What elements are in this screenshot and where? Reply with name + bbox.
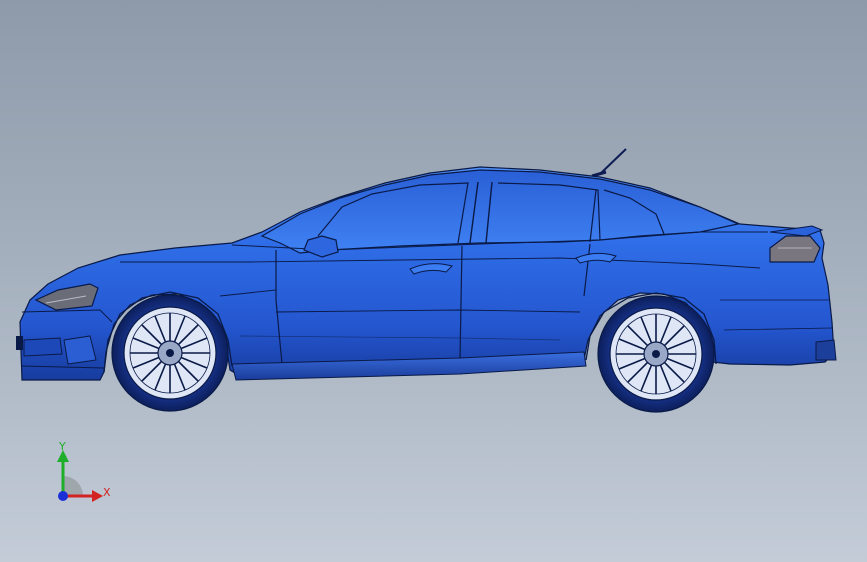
z-axis-icon (58, 491, 68, 501)
triad-x-label: X (103, 486, 111, 499)
car-model[interactable] (0, 0, 867, 562)
antenna (599, 148, 627, 175)
view-orientation-triad: Y X (48, 440, 120, 510)
front-wheel (111, 294, 229, 412)
triad-y-label: Y (59, 440, 66, 453)
front-grille (23, 337, 63, 357)
rear-wheel (597, 295, 715, 413)
graphics-viewport[interactable]: Y X (0, 0, 867, 562)
exhaust (815, 339, 837, 361)
